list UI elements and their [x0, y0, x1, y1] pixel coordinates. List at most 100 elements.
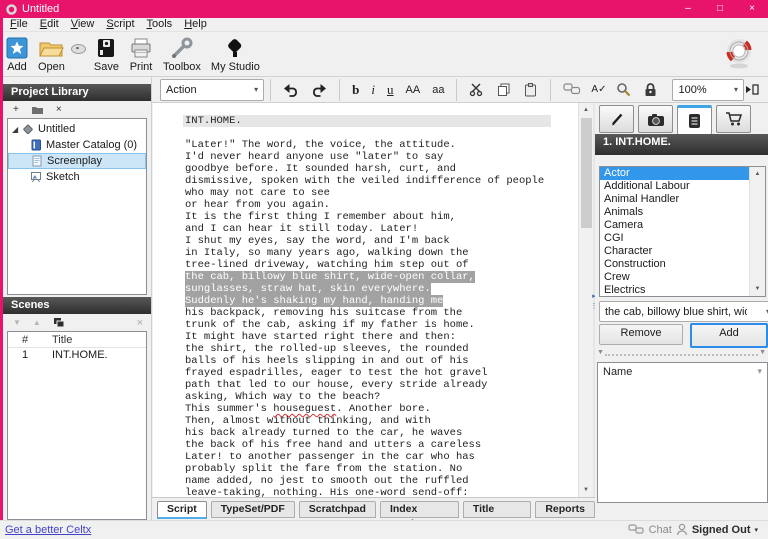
add-button-breakdown[interactable]: Add: [690, 323, 768, 348]
script-line[interactable]: asking, Which way to the beach?: [185, 391, 578, 403]
script-line[interactable]: or hear from you again.: [185, 199, 578, 211]
maximize-button[interactable]: □: [704, 0, 736, 18]
add-item-icon[interactable]: +: [13, 104, 19, 115]
script-line[interactable]: "Later!" The word, the voice, the attitu…: [185, 139, 578, 151]
zoom-select[interactable]: 100% ▾: [672, 79, 743, 101]
view-tab[interactable]: Reports: [535, 501, 595, 518]
script-line[interactable]: tree-lined driveway, watching him step o…: [185, 259, 578, 271]
scroll-down-icon[interactable]: ▼: [750, 282, 765, 296]
script-line[interactable]: the cab, billowy blue shirt, wide-open c…: [185, 271, 578, 283]
tree-item-untitled[interactable]: ◢ Untitled: [8, 121, 146, 137]
chat-label[interactable]: Chat: [649, 524, 672, 536]
spellcheck-icon[interactable]: A✓: [587, 84, 610, 95]
add-button[interactable]: Add: [6, 36, 28, 73]
script-line[interactable]: Then, almost without thinking, and with: [185, 415, 578, 427]
category-item[interactable]: Electrics: [600, 284, 750, 297]
script-line[interactable]: Suddenly he's shaking my hand, handing m…: [185, 295, 578, 307]
tab-notes[interactable]: [599, 105, 634, 133]
name-column-header[interactable]: Name ▾: [598, 363, 767, 381]
script-line[interactable]: and I can hear it still today. Later!: [185, 223, 578, 235]
script-line[interactable]: probably split the fare from the station…: [185, 463, 578, 475]
open-dropdown[interactable]: [71, 44, 86, 54]
script-line[interactable]: trunk of the cab, asking if my father is…: [185, 319, 578, 331]
delete-item-icon[interactable]: ×: [56, 104, 62, 115]
scene-delete-icon[interactable]: ×: [137, 317, 143, 329]
script-line[interactable]: I shut my eyes, say the word, and I'm ba…: [185, 235, 578, 247]
tree-item-screenplay[interactable]: Screenplay: [8, 153, 146, 169]
signed-out-label[interactable]: Signed Out: [692, 524, 751, 536]
script-line[interactable]: goodbye before. It sounded harsh, curt, …: [185, 163, 578, 175]
save-button[interactable]: Save: [94, 36, 119, 73]
category-item[interactable]: Crew: [600, 271, 750, 284]
redo-button[interactable]: [305, 82, 333, 97]
minimize-button[interactable]: –: [672, 0, 704, 18]
script-line[interactable]: the shirt, the rolled-up sleeves, the ro…: [185, 343, 578, 355]
scene-row[interactable]: 1INT.HOME.: [8, 348, 146, 362]
script-line[interactable]: sunglasses, straw hat, skin everywhere.: [185, 283, 578, 295]
toolbox-button[interactable]: Toolbox: [163, 36, 201, 73]
category-item[interactable]: Actor: [600, 167, 750, 180]
scroll-up-icon[interactable]: ▲: [579, 103, 593, 117]
lock-icon[interactable]: [637, 82, 664, 97]
search-icon[interactable]: [610, 82, 637, 97]
horizontal-splitter[interactable]: ▼ ▼: [605, 354, 758, 362]
script-line[interactable]: It is the first thing I remember about h…: [185, 211, 578, 223]
script-line[interactable]: his back already turned to the car, he w…: [185, 427, 578, 439]
category-scrollbar[interactable]: ▲ ▼: [749, 167, 765, 296]
script-line[interactable]: path that led to our house, every stride…: [185, 379, 578, 391]
open-button[interactable]: Open: [38, 36, 65, 73]
element-type-select[interactable]: Action ▾: [160, 79, 264, 101]
undo-button[interactable]: [277, 82, 305, 97]
view-tab[interactable]: Script: [157, 501, 207, 519]
script-line[interactable]: This summer's houseguest. Another bore.: [185, 403, 578, 415]
script-line[interactable]: frayed espadrilles, eager to test the ho…: [185, 367, 578, 379]
menu-item[interactable]: Help: [178, 18, 213, 31]
category-item[interactable]: Character: [600, 245, 750, 258]
script-line[interactable]: balls of his heels slipping in and out o…: [185, 355, 578, 367]
folder-small-icon[interactable]: [31, 105, 44, 115]
underline-button[interactable]: u: [381, 82, 400, 98]
panel-toggle-icon[interactable]: [744, 83, 760, 96]
paste-icon[interactable]: [517, 82, 544, 97]
tab-shopping[interactable]: [716, 105, 751, 133]
comments-icon[interactable]: [557, 83, 587, 96]
menu-item[interactable]: File: [4, 18, 34, 31]
script-line[interactable]: in Italy, so many years ago, walking dow…: [185, 247, 578, 259]
script-line[interactable]: the back of his free hand and utters a c…: [185, 439, 578, 451]
menu-item[interactable]: View: [65, 18, 101, 31]
tab-breakdown[interactable]: [677, 105, 712, 135]
category-item[interactable]: CGI: [600, 232, 750, 245]
italic-button[interactable]: i: [365, 82, 381, 98]
scene-heading[interactable]: INT.HOME.: [183, 115, 551, 127]
script-line[interactable]: his backpack, removing his suitcase from…: [185, 307, 578, 319]
close-button[interactable]: ×: [736, 0, 768, 18]
tree-item-master-catalog[interactable]: Master Catalog (0): [8, 137, 146, 153]
my-studio-button[interactable]: My Studio: [211, 36, 260, 73]
move-up-icon[interactable]: ▲: [33, 318, 41, 327]
scroll-down-icon[interactable]: ▼: [579, 483, 593, 497]
uppercase-button[interactable]: AA: [400, 84, 427, 96]
menu-item[interactable]: Script: [100, 18, 140, 31]
lowercase-button[interactable]: aa: [426, 84, 450, 96]
category-item[interactable]: Animals: [600, 206, 750, 219]
category-item[interactable]: Additional Labour: [600, 180, 750, 193]
upgrade-link[interactable]: Get a better Celtx: [5, 524, 91, 536]
script-line[interactable]: It might have started right there and th…: [185, 331, 578, 343]
script-line[interactable]: who may not care to see: [185, 187, 578, 199]
script-editor[interactable]: INT.HOME. "Later!" The word, the voice, …: [153, 103, 578, 497]
celtx-logo-icon[interactable]: [724, 38, 754, 70]
view-tab[interactable]: Scratchpad: [299, 501, 376, 518]
remove-button[interactable]: Remove: [599, 324, 683, 345]
scrollbar-thumb[interactable]: [581, 118, 592, 228]
script-line[interactable]: name added, no jest to smooth out the ru…: [185, 475, 578, 487]
view-tab[interactable]: TypeSet/PDF: [211, 501, 295, 518]
view-tab[interactable]: Index Cards: [380, 501, 459, 518]
move-down-icon[interactable]: ▼: [13, 318, 21, 327]
tree-item-sketch[interactable]: Sketch: [8, 169, 146, 185]
category-item[interactable]: Camera: [600, 219, 750, 232]
print-button[interactable]: Print: [129, 36, 153, 73]
bold-button[interactable]: b: [346, 82, 365, 98]
tab-media[interactable]: [638, 105, 673, 133]
tagged-item-select[interactable]: the cab, billowy blue shirt, wide-o ▾: [599, 301, 768, 322]
scene-layers-icon[interactable]: [53, 317, 65, 328]
